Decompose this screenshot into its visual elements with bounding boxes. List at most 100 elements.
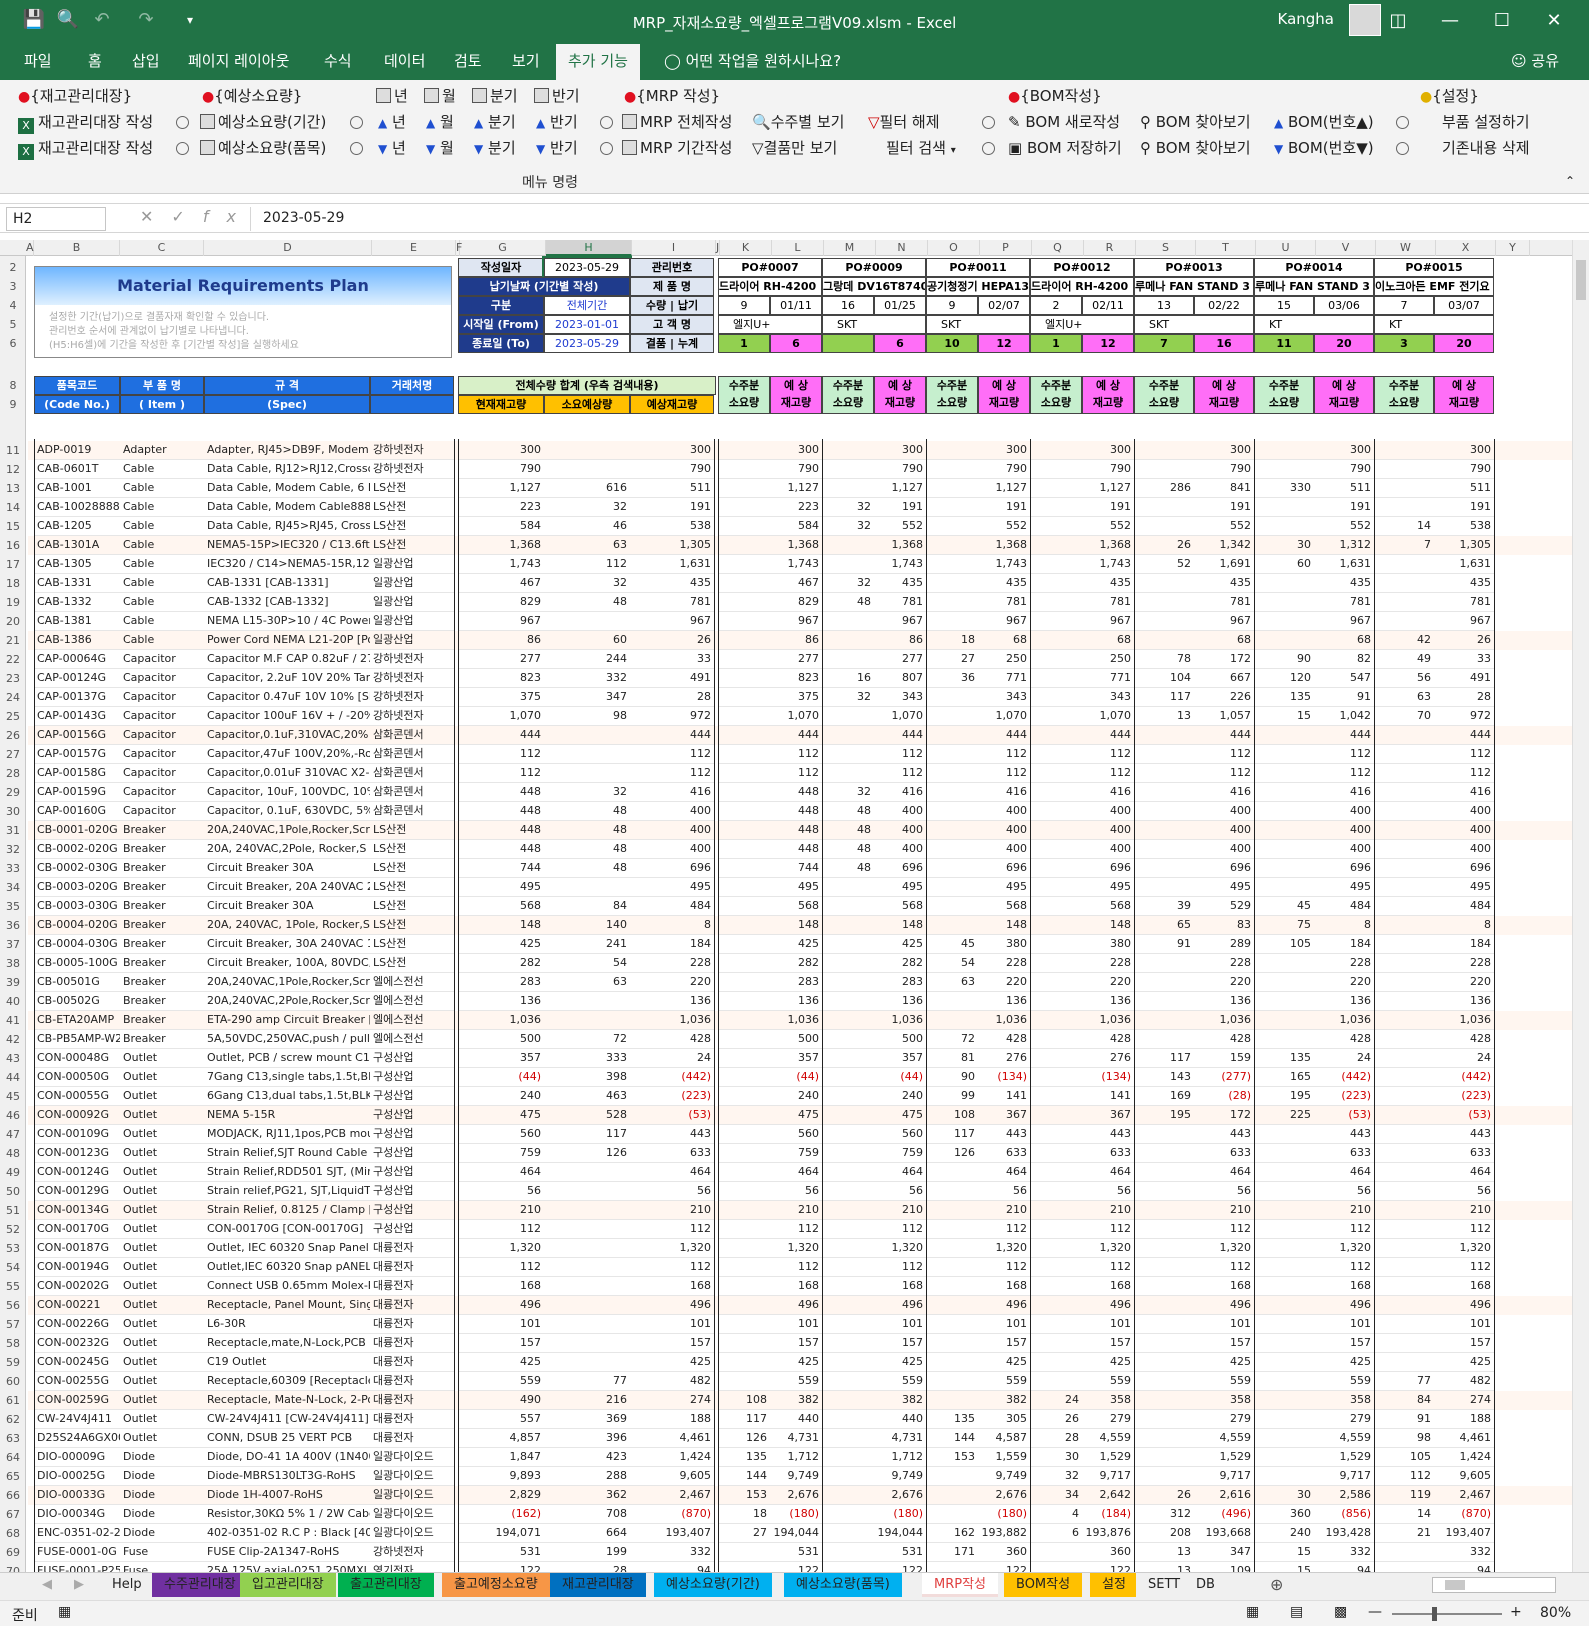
text-cell[interactable]: LS산전	[370, 935, 454, 954]
number-cell[interactable]: 382	[978, 1391, 1030, 1410]
number-cell[interactable]: 48	[544, 593, 630, 612]
text-cell[interactable]: CON-00202G	[34, 1277, 120, 1296]
number-cell[interactable]: 78	[1134, 650, 1194, 669]
number-cell[interactable]: 157	[978, 1334, 1030, 1353]
number-cell[interactable]: 400	[1434, 802, 1494, 821]
number-cell[interactable]: 112	[770, 745, 822, 764]
text-cell[interactable]: ETA-290 amp Circuit Breaker [ETA	[204, 1011, 370, 1030]
text-cell[interactable]: CON-00109G	[34, 1125, 120, 1144]
text-cell[interactable]: CAB-1331 [CAB-1331]	[204, 574, 370, 593]
number-cell[interactable]: 781	[1314, 593, 1374, 612]
number-cell[interactable]: 184	[1434, 935, 1494, 954]
number-cell[interactable]: 425	[1082, 1353, 1134, 1372]
text-cell[interactable]: Breaker	[120, 897, 204, 916]
text-cell[interactable]: CAB-1386	[34, 631, 120, 650]
number-cell[interactable]: 28	[544, 1562, 630, 1572]
text-cell[interactable]: Outlet	[120, 1125, 204, 1144]
number-cell[interactable]: 495	[1194, 878, 1254, 897]
number-cell[interactable]: 48	[822, 802, 874, 821]
share-button[interactable]: ☺ 공유	[1511, 50, 1559, 71]
number-cell[interactable]: 790	[1434, 460, 1494, 479]
number-cell[interactable]	[822, 1011, 874, 1030]
number-cell[interactable]: 126	[544, 1144, 630, 1163]
text-cell[interactable]: Outlet	[120, 1296, 204, 1315]
number-cell[interactable]: 744	[770, 859, 822, 878]
number-cell[interactable]: 398	[544, 1068, 630, 1087]
number-cell[interactable]	[718, 707, 770, 726]
number-cell[interactable]	[822, 1524, 874, 1543]
number-cell[interactable]	[718, 783, 770, 802]
text-cell[interactable]: CB-ETA20AMP	[34, 1011, 120, 1030]
text-cell[interactable]: CAB-1331	[34, 574, 120, 593]
number-cell[interactable]	[1134, 1030, 1194, 1049]
text-cell[interactable]: 20A,240VAC,2Pole,Rocker,Scr	[204, 992, 370, 1011]
text-cell[interactable]: 일광다이오드	[370, 1467, 454, 1486]
number-cell[interactable]	[1254, 574, 1314, 593]
number-cell[interactable]	[1030, 650, 1082, 669]
number-cell[interactable]: 210	[978, 1201, 1030, 1220]
number-cell[interactable]: 435	[1434, 574, 1494, 593]
number-cell[interactable]	[1030, 479, 1082, 498]
worksheet[interactable]: ABCDEFGHIJKLMNOPQRSTUVWXY 2 3 4 5 6 8 9 11 12 13 1…	[0, 240, 1572, 1572]
number-cell[interactable]: 972	[630, 707, 714, 726]
number-cell[interactable]	[718, 992, 770, 1011]
number-cell[interactable]	[544, 1220, 630, 1239]
number-cell[interactable]: 54	[544, 954, 630, 973]
number-cell[interactable]: 184	[1314, 935, 1374, 954]
number-cell[interactable]: 482	[630, 1372, 714, 1391]
number-cell[interactable]	[1374, 1353, 1434, 1372]
text-cell[interactable]: 대륭전자	[370, 1277, 454, 1296]
text-cell[interactable]: Cable	[120, 498, 204, 517]
number-cell[interactable]: 122	[978, 1562, 1030, 1572]
number-cell[interactable]: 136	[770, 992, 822, 1011]
number-cell[interactable]: 276	[1082, 1049, 1134, 1068]
number-cell[interactable]	[1134, 954, 1194, 973]
cancel-icon[interactable]: ✕	[140, 207, 171, 226]
number-cell[interactable]: 32	[822, 574, 874, 593]
row-header[interactable]: 42	[0, 1030, 26, 1049]
number-cell[interactable]	[718, 1182, 770, 1201]
number-cell[interactable]	[926, 840, 978, 859]
number-cell[interactable]: 2,467	[1434, 1486, 1494, 1505]
number-cell[interactable]	[1374, 992, 1434, 1011]
number-cell[interactable]: 56	[1314, 1182, 1374, 1201]
number-cell[interactable]: 28	[1030, 1429, 1082, 1448]
number-cell[interactable]: 491	[630, 669, 714, 688]
number-cell[interactable]: 9,749	[770, 1467, 822, 1486]
number-cell[interactable]: 1,631	[630, 555, 714, 574]
row-header[interactable]: 31	[0, 821, 26, 840]
text-cell[interactable]: 대륭전자	[370, 1315, 454, 1334]
number-cell[interactable]	[1254, 745, 1314, 764]
column-header-m[interactable]: M	[824, 240, 876, 256]
number-cell[interactable]: 26	[1030, 1410, 1082, 1429]
number-cell[interactable]: 357	[770, 1049, 822, 1068]
number-cell[interactable]: 696	[978, 859, 1030, 878]
number-cell[interactable]: 90	[1254, 650, 1314, 669]
page-break-view-icon[interactable]: ▩	[1334, 1604, 1347, 1620]
number-cell[interactable]: 1,127	[1082, 479, 1134, 498]
number-cell[interactable]	[544, 1353, 630, 1372]
number-cell[interactable]	[926, 1182, 978, 1201]
number-cell[interactable]	[926, 1258, 978, 1277]
number-cell[interactable]	[544, 1315, 630, 1334]
number-cell[interactable]: 428	[630, 1030, 714, 1049]
number-cell[interactable]: 967	[874, 612, 926, 631]
number-cell[interactable]	[1134, 783, 1194, 802]
number-cell[interactable]	[822, 1106, 874, 1125]
number-cell[interactable]: 48	[822, 593, 874, 612]
number-cell[interactable]: 425	[458, 1353, 544, 1372]
number-cell[interactable]: 347	[1194, 1543, 1254, 1562]
zoom-in-icon[interactable]: +	[1510, 1604, 1522, 1620]
text-cell[interactable]: CON-00129G	[34, 1182, 120, 1201]
text-cell[interactable]: CAP-00159G	[34, 783, 120, 802]
next-sheet-icon[interactable]: ▶	[62, 1573, 96, 1597]
text-cell[interactable]: CAB-1001	[34, 479, 120, 498]
number-cell[interactable]	[1134, 992, 1194, 1011]
name-box[interactable]: H2	[6, 207, 106, 231]
number-cell[interactable]: 244	[544, 650, 630, 669]
number-cell[interactable]: 1,691	[1194, 555, 1254, 574]
number-cell[interactable]	[1374, 802, 1434, 821]
number-cell[interactable]: 210	[770, 1201, 822, 1220]
number-cell[interactable]: 157	[458, 1334, 544, 1353]
number-cell[interactable]: 63	[926, 973, 978, 992]
